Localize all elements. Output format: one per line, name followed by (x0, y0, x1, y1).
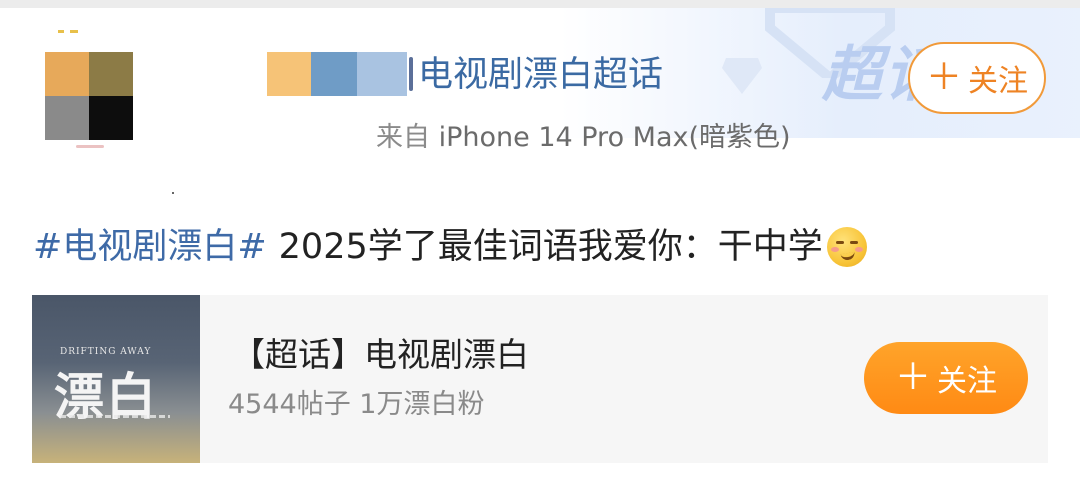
emoji-mouth (840, 251, 856, 262)
post-content: 2025学了最佳词语我爱你：干中学 (278, 227, 823, 267)
follow-label: 关注 (937, 364, 997, 399)
user-name[interactable]: 电视剧漂白超话 (418, 52, 663, 98)
diamond-icon (722, 58, 762, 94)
smirk-emoji-icon (826, 227, 867, 267)
user-badge-bar (267, 52, 413, 96)
avatar-tile (89, 96, 133, 140)
top-divider (0, 0, 1080, 8)
topic-stats: 4544帖子 1万漂白粉 (228, 389, 485, 420)
decorative-dot (172, 192, 174, 194)
post-text: #电视剧漂白# 2025学了最佳词语我爱你：干中学 (33, 222, 867, 272)
topic-poster: DRIFTING AWAY 漂白 (32, 295, 200, 463)
poster-decoration (60, 415, 170, 418)
emoji-blush (854, 247, 863, 252)
avatar-tile (89, 52, 133, 96)
emoji-blush (830, 247, 839, 252)
post-source: 来自 iPhone 14 Pro Max(暗紫色) (376, 120, 791, 156)
badge-block (267, 52, 311, 96)
plus-icon: ＋ (894, 357, 931, 398)
source-prefix: 来自 (376, 122, 430, 153)
hashtag-link[interactable]: #电视剧漂白# (33, 222, 267, 272)
topic-title: 【超话】电视剧漂白 (232, 335, 529, 374)
poster-subtitle: DRIFTING AWAY (60, 347, 152, 357)
badge-divider (409, 57, 413, 91)
badge-block (311, 52, 357, 96)
avatar-tile (45, 96, 89, 140)
follow-button[interactable]: ＋ 关注 (908, 42, 1046, 114)
poster-title: 漂白 (54, 368, 158, 426)
badge-block (357, 52, 407, 96)
source-device: iPhone 14 Pro Max(暗紫色) (438, 122, 791, 153)
plus-icon: ＋ (925, 57, 962, 98)
avatar-decoration (58, 30, 64, 33)
avatar-tile (45, 52, 89, 96)
follow-label: 关注 (968, 64, 1028, 99)
avatar-decoration (70, 30, 78, 33)
topic-card[interactable]: DRIFTING AWAY 漂白 【超话】电视剧漂白 4544帖子 1万漂白粉 … (32, 295, 1048, 463)
avatar-decoration (76, 145, 104, 148)
avatar[interactable] (45, 52, 133, 140)
topic-follow-button[interactable]: ＋ 关注 (864, 342, 1028, 414)
